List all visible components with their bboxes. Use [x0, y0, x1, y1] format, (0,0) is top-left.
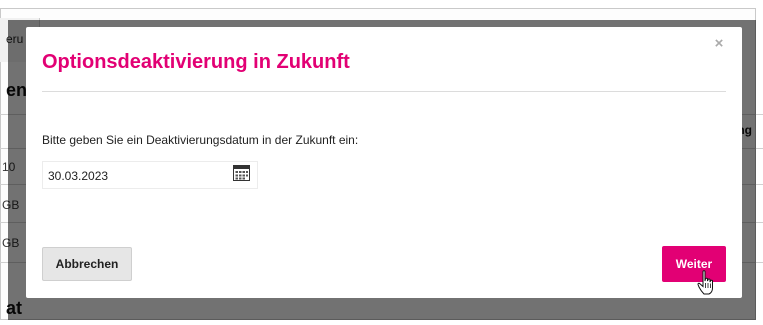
deactivation-dialog: Optionsdeaktivierung in Zukunft × Bitte … — [26, 27, 742, 298]
deactivation-date-input[interactable]: 30.03.2023 — [42, 161, 258, 189]
calendar-icon[interactable] — [233, 165, 250, 181]
hand-pointer-icon — [697, 270, 713, 295]
date-prompt-label: Bitte geben Sie ein Deaktivierungsdatum … — [42, 133, 359, 147]
close-icon[interactable]: × — [712, 36, 726, 51]
cancel-button[interactable]: Abbrechen — [42, 247, 132, 281]
title-divider — [42, 91, 726, 92]
dialog-title: Optionsdeaktivierung in Zukunft — [42, 51, 350, 73]
